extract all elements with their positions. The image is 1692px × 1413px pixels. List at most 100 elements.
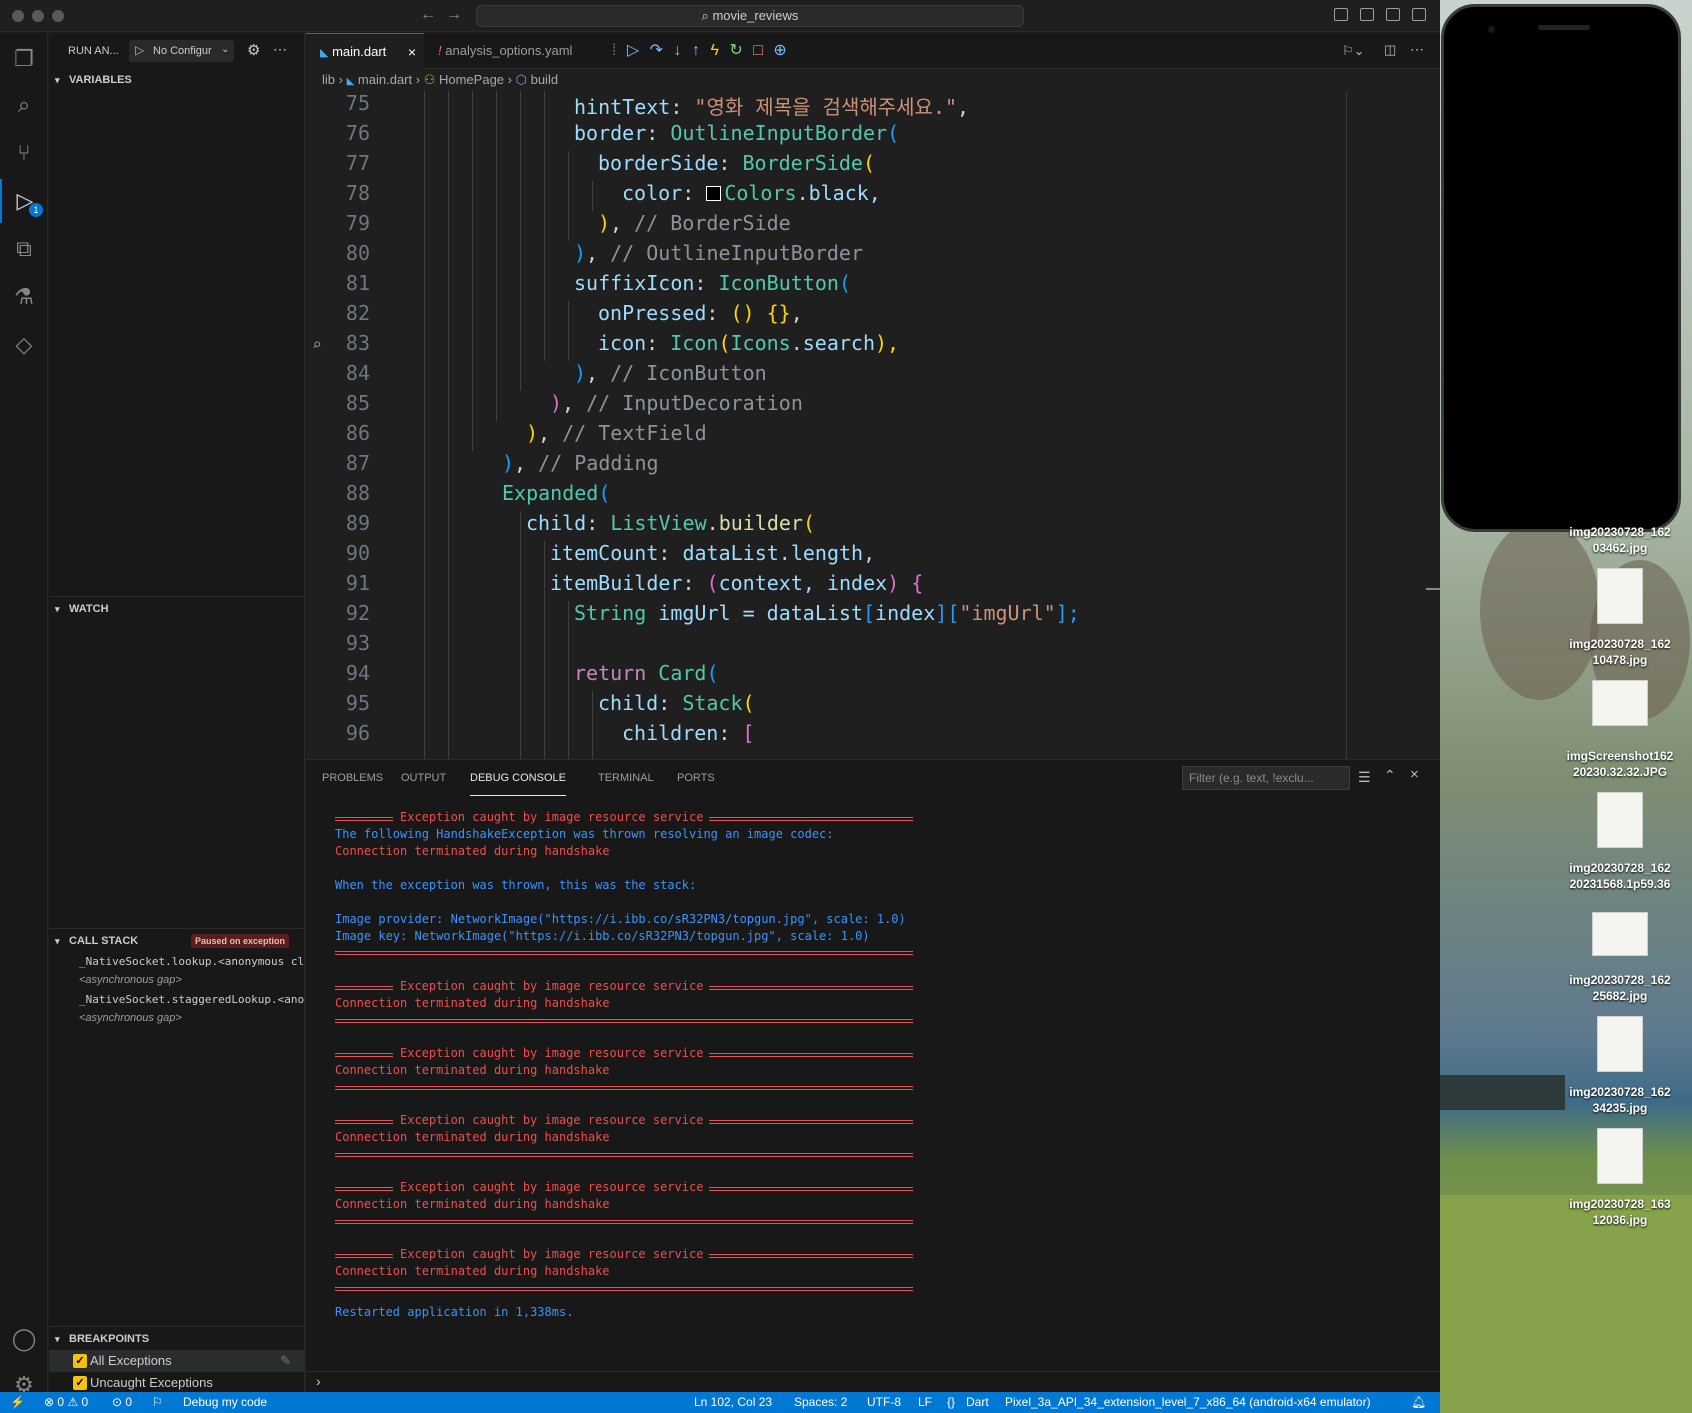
rule	[335, 1053, 393, 1057]
tab-terminal[interactable]: TERMINAL	[598, 760, 654, 796]
debug-config-dropdown[interactable]: ▷ No Configur ⌄	[129, 40, 234, 62]
debug-my-code-toggle[interactable]: Debug my code	[183, 1392, 267, 1413]
code-editor[interactable]: ⌕ 75 76 77 78 79 80 81 82 83 84 85 86 87…	[306, 91, 1440, 759]
explorer-icon[interactable]: ❐	[0, 37, 48, 81]
stop-icon[interactable]: □	[753, 42, 763, 59]
file-thumbnail-icon[interactable]	[1597, 568, 1643, 624]
gear-icon[interactable]: ⚙	[247, 41, 260, 59]
flutter-icon[interactable]: ◇	[0, 323, 48, 367]
more-actions-icon[interactable]: ⋯	[1410, 41, 1424, 58]
variables-section-header[interactable]: ▾ VARIABLES	[49, 69, 305, 91]
file-thumbnail-icon[interactable]	[1597, 1128, 1643, 1184]
clear-console-icon[interactable]: ☰	[1358, 769, 1371, 786]
device-selector[interactable]: Pixel_3a_API_34_extension_level_7_x86_64…	[1005, 1392, 1371, 1413]
extensions-icon[interactable]: ⧉	[0, 227, 48, 271]
breadcrumb-item[interactable]: build	[531, 72, 558, 87]
line-number: 79	[345, 211, 370, 235]
breakpoint-row[interactable]: ✓ Uncaught Exceptions	[49, 1372, 305, 1394]
config-label: No Configur	[153, 45, 212, 57]
breadcrumb-item[interactable]: main.dart	[358, 72, 412, 87]
desktop-file-label[interactable]: img20230728_162 34235.jpg	[1560, 1084, 1680, 1116]
continue-icon[interactable]: ▷	[627, 42, 639, 59]
run-debug-action-icon[interactable]: ⚐⌄	[1342, 43, 1365, 59]
devtools-icon[interactable]: ⊕	[773, 42, 786, 59]
step-out-icon[interactable]: ↑	[692, 42, 700, 59]
breakpoints-section-header[interactable]: ▾ BREAKPOINTS	[49, 1328, 305, 1350]
testing-icon[interactable]: ⚗	[0, 275, 48, 319]
file-thumbnail-icon[interactable]	[1592, 912, 1648, 956]
end-of-line[interactable]: LF	[918, 1392, 932, 1413]
filter-input[interactable]: Filter (e.g. text, !exclu...	[1182, 766, 1350, 790]
tab-main-dart[interactable]: ◣ main.dart ×	[306, 33, 424, 69]
close-icon[interactable]: ×	[1410, 766, 1419, 783]
hot-reload-icon[interactable]: ϟ	[710, 42, 718, 59]
breadcrumb-item[interactable]: HomePage	[439, 72, 504, 87]
code-line: String imgUrl = dataList[index]["imgUrl"…	[574, 601, 1080, 625]
android-emulator[interactable]	[1441, 4, 1681, 532]
rule	[709, 1187, 913, 1191]
breakpoint-row[interactable]: ✓ All Exceptions ✎	[49, 1350, 305, 1372]
notifications-icon[interactable]: 🔔︎	[1411, 1392, 1426, 1413]
start-debug-icon[interactable]: ▷	[135, 43, 144, 57]
toggle-primary-sidebar-icon[interactable]	[1334, 8, 1348, 21]
tab-ports[interactable]: PORTS	[677, 760, 715, 796]
color-swatch-icon[interactable]	[706, 186, 722, 201]
checkbox-checked-icon[interactable]: ✓	[73, 1376, 87, 1390]
language-mode[interactable]: Dart	[966, 1392, 989, 1413]
desktop-file-label[interactable]: img20230728_162 20231568.1p59.36	[1560, 860, 1680, 892]
tab-output[interactable]: OUTPUT	[401, 760, 446, 796]
toggle-panel-icon[interactable]	[1360, 8, 1374, 21]
command-center-search[interactable]: ⌕ movie_reviews	[476, 5, 1024, 27]
maximize-window-button[interactable]	[52, 10, 64, 22]
close-window-button[interactable]	[12, 10, 24, 22]
step-over-icon[interactable]: ↷	[650, 42, 663, 59]
breadcrumb-item[interactable]: lib	[322, 72, 335, 87]
indentation[interactable]: Spaces: 2	[794, 1392, 847, 1413]
remote-icon[interactable]: ⚡	[10, 1392, 25, 1413]
tab-debug-console[interactable]: DEBUG CONSOLE	[470, 760, 566, 796]
step-into-icon[interactable]: ↓	[674, 42, 682, 59]
code-line: color: Colors.black,	[622, 181, 881, 205]
checkbox-checked-icon[interactable]: ✓	[73, 1354, 87, 1368]
ports-indicator[interactable]: ⊙ 0	[112, 1392, 132, 1413]
file-thumbnail-icon[interactable]	[1597, 1016, 1643, 1072]
source-control-icon[interactable]: ⑂	[0, 131, 48, 175]
customize-layout-icon[interactable]	[1412, 8, 1426, 21]
search-icon[interactable]: ⌕	[0, 83, 48, 127]
desktop-file-label[interactable]: img20230728_162 25682.jpg	[1560, 972, 1680, 1004]
code-line: child: ListView.builder(	[526, 511, 816, 535]
rule	[709, 986, 913, 990]
problems-indicator[interactable]: ⊗ 0 ⚠ 0	[44, 1392, 88, 1413]
chevron-down-icon: ▾	[55, 1334, 60, 1344]
more-actions-icon[interactable]: ⋯	[273, 41, 287, 58]
file-thumbnail-icon[interactable]	[1592, 680, 1648, 726]
desktop-file-label[interactable]: img20230728_163 12036.jpg	[1560, 1196, 1680, 1228]
stack-frame[interactable]: _NativeSocket.staggeredLookup.<ano	[79, 993, 305, 1006]
status-bar: ⚡ ⊗ 0 ⚠ 0 ⊙ 0 ⚐ Debug my code Ln 102, Co…	[0, 1392, 1440, 1413]
cursor-position[interactable]: Ln 102, Col 23	[694, 1392, 772, 1413]
tab-analysis-options[interactable]: ! analysis_options.yaml	[424, 33, 596, 69]
forward-arrow-icon[interactable]: →	[446, 6, 462, 24]
minimize-window-button[interactable]	[32, 10, 44, 22]
encoding[interactable]: UTF-8	[867, 1392, 901, 1413]
desktop-file-label[interactable]: imgScreenshot162 20230.32.32.JPG	[1560, 748, 1680, 780]
restart-icon[interactable]: ↻	[729, 42, 742, 59]
watch-section-header[interactable]: ▾ WATCH	[49, 598, 305, 620]
console-line: Exception caught by image resource servi…	[400, 1113, 704, 1127]
chevron-up-icon[interactable]: ⌃	[1384, 767, 1396, 784]
desktop-file-label[interactable]: img20230728_162 10478.jpg	[1560, 636, 1680, 668]
file-thumbnail-icon[interactable]	[1597, 792, 1643, 848]
account-icon[interactable]: ◯	[0, 1317, 48, 1361]
console-input-prompt-icon[interactable]: ›	[316, 1373, 321, 1389]
tab-problems[interactable]: PROBLEMS	[322, 760, 383, 796]
toggle-secondary-sidebar-icon[interactable]	[1386, 8, 1400, 21]
run-debug-icon[interactable]: ▷ 1	[0, 179, 48, 223]
back-arrow-icon[interactable]: ←	[420, 6, 436, 24]
stack-frame[interactable]: _NativeSocket.lookup.<anonymous cl	[79, 955, 305, 968]
desktop-file-label[interactable]: img20230728_162 03462.jpg	[1560, 524, 1680, 556]
edit-pencil-icon[interactable]: ✎	[280, 1350, 291, 1372]
close-icon[interactable]: ×	[408, 34, 416, 70]
split-editor-icon[interactable]: ◫	[1384, 42, 1396, 58]
drag-handle-icon[interactable]: ⁞	[612, 42, 616, 59]
callstack-section-header[interactable]: ▾ CALL STACK Paused on exception	[49, 930, 305, 952]
